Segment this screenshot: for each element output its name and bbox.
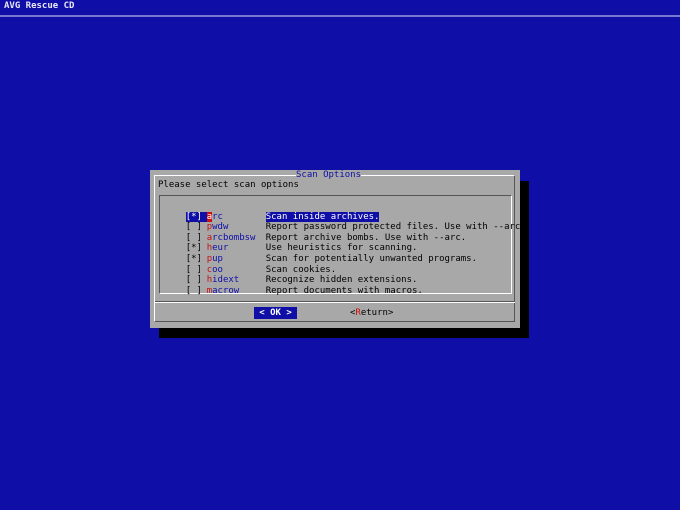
tag-rest: eur bbox=[212, 243, 229, 254]
dialog-prompt: Please select scan options bbox=[158, 180, 299, 190]
option-description: Scan cookies. bbox=[265, 264, 337, 275]
return-button[interactable]: <Return> bbox=[350, 307, 393, 319]
checkbox[interactable]: [ ] bbox=[186, 233, 207, 244]
option-tag: macrow bbox=[207, 286, 266, 297]
option-description: Scan for potentially unwanted programs. bbox=[265, 253, 478, 264]
return-label-rest: eturn bbox=[360, 308, 388, 318]
backtitle: AVG Rescue CD bbox=[4, 1, 75, 11]
dialog-title: Scan Options bbox=[296, 170, 362, 180]
tag-rest: oo bbox=[212, 264, 223, 275]
checklist-item-arc[interactable]: [*] arc Scan inside archives. bbox=[164, 201, 526, 223]
option-tag: hidext bbox=[207, 275, 266, 286]
checkbox[interactable]: [*] bbox=[185, 211, 207, 223]
tag-rest: up bbox=[212, 253, 223, 264]
option-tag: coo bbox=[207, 265, 266, 276]
option-description: Report archive bombs. Use with --arc. bbox=[265, 232, 467, 243]
tag-rest: idext bbox=[212, 275, 240, 286]
tag-rest: wdw bbox=[212, 222, 229, 233]
option-tag: pwdw bbox=[207, 222, 266, 233]
option-description: Report documents with macros. bbox=[265, 285, 423, 296]
tag-rest: rcbombsw bbox=[212, 232, 256, 243]
option-description: Report password protected files. Use wit… bbox=[265, 222, 526, 233]
checklist: [*] arc Scan inside archives. [ ] pwdw Repor… bbox=[164, 201, 526, 296]
option-tag: arc bbox=[206, 211, 266, 223]
checkbox[interactable]: [ ] bbox=[186, 286, 207, 297]
option-description: Recognize hidden extensions. bbox=[265, 275, 418, 286]
checkbox[interactable]: [ ] bbox=[186, 222, 207, 233]
button-separator bbox=[155, 301, 515, 303]
ok-close-bracket: > bbox=[286, 308, 292, 318]
backtitle-divider bbox=[0, 15, 680, 17]
checkbox[interactable]: [*] bbox=[186, 243, 207, 254]
ok-label: OK bbox=[264, 308, 287, 318]
checkbox[interactable]: [*] bbox=[186, 254, 207, 265]
option-tag: heur bbox=[207, 243, 266, 254]
checkbox[interactable]: [ ] bbox=[186, 265, 207, 276]
option-description: Use heuristics for scanning. bbox=[265, 243, 418, 254]
checkbox[interactable]: [ ] bbox=[186, 275, 207, 286]
return-close-bracket: > bbox=[387, 308, 394, 318]
tag-rest: acrow bbox=[212, 285, 240, 296]
option-tag: arcbombsw bbox=[207, 233, 266, 244]
option-description: Scan inside archives. bbox=[265, 211, 380, 223]
tag-rest: rc bbox=[212, 211, 223, 222]
ok-button[interactable]: < OK > bbox=[254, 307, 297, 319]
option-tag: pup bbox=[207, 254, 266, 265]
